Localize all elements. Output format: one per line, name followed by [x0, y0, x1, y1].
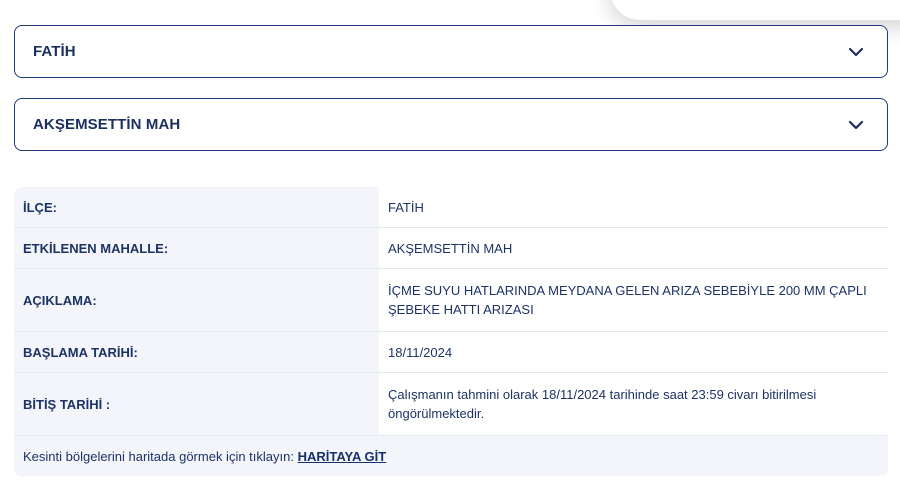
map-link-row: Kesinti bölgelerini haritada görmek için…: [14, 435, 888, 476]
row-value-description: İÇME SUYU HATLARINDA MEYDANA GELEN ARIZA…: [379, 268, 888, 332]
table-row: ETKİLENEN MAHALLE: AKŞEMSETTİN MAH: [14, 227, 888, 269]
neighborhood-select-value: AKŞEMSETTİN MAH: [33, 116, 181, 133]
row-value-neighborhood: AKŞEMSETTİN MAH: [379, 227, 888, 269]
table-row: BAŞLAMA TARİHİ: 18/11/2024: [14, 331, 888, 373]
row-label-description: AÇIKLAMA:: [14, 268, 379, 332]
table-row: BİTİŞ TARİHİ : Çalışmanın tahmini olarak…: [14, 372, 888, 436]
chevron-down-icon[interactable]: [847, 119, 865, 131]
row-label-district: İLÇE:: [14, 187, 379, 228]
row-label-end-date: BİTİŞ TARİHİ :: [14, 372, 379, 436]
row-value-district: FATİH: [379, 187, 888, 228]
row-label-neighborhood: ETKİLENEN MAHALLE:: [14, 227, 379, 269]
chevron-down-icon[interactable]: [847, 46, 865, 58]
overlay-shadow: [610, 0, 900, 20]
map-prompt-text: Kesinti bölgelerini haritada görmek için…: [23, 448, 294, 464]
row-value-end-date: Çalışmanın tahmini olarak 18/11/2024 tar…: [379, 372, 888, 436]
district-select-value: FATİH: [33, 43, 76, 60]
table-row: AÇIKLAMA: İÇME SUYU HATLARINDA MEYDANA G…: [14, 268, 888, 332]
row-value-start-date: 18/11/2024: [379, 331, 888, 373]
table-row: Kesinti bölgelerini haritada görmek için…: [14, 435, 888, 476]
neighborhood-select[interactable]: AKŞEMSETTİN MAH: [14, 98, 888, 151]
map-link[interactable]: HARİTAYA GİT: [298, 449, 387, 464]
district-select[interactable]: FATİH: [14, 25, 888, 78]
outage-details-table: İLÇE: FATİH ETKİLENEN MAHALLE: AKŞEMSETT…: [14, 187, 888, 476]
table-row: İLÇE: FATİH: [14, 187, 888, 228]
row-label-start-date: BAŞLAMA TARİHİ:: [14, 331, 379, 373]
outage-details-page: FATİH AKŞEMSETTİN MAH İLÇE: FATİH ETKİLE…: [0, 0, 900, 499]
